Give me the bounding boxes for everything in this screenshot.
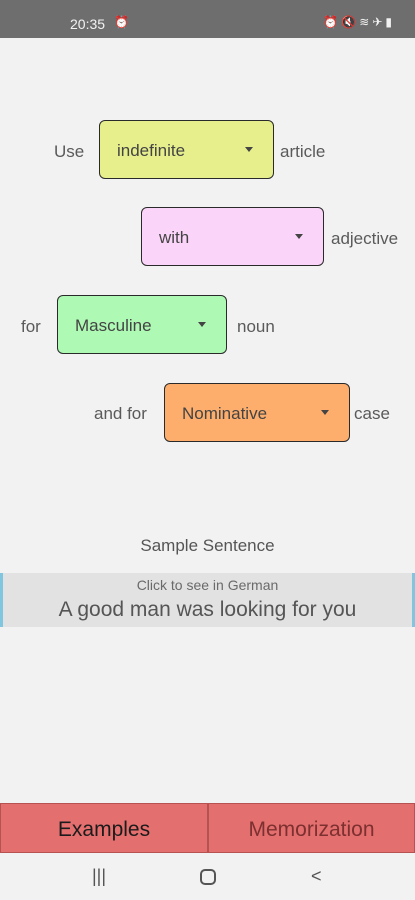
article-type-dropdown[interactable]: indefinite: [99, 120, 274, 179]
tab-memorization[interactable]: Memorization: [208, 803, 415, 853]
sample-sentence: A good man was looking for you: [58, 598, 357, 621]
status-bar: 20:35 ⏰ ⏰🔇≋✈▮: [0, 0, 415, 38]
system-nav-bar: ||| <: [0, 853, 415, 900]
gender-dropdown[interactable]: Masculine: [57, 295, 227, 354]
row1-prefix: Use: [54, 142, 85, 161]
row3-suffix: noun: [237, 317, 275, 336]
bottom-tabs: Examples Memorization: [0, 803, 415, 853]
adjective-dropdown[interactable]: with: [141, 207, 324, 266]
alarm-icon: ⏰: [114, 15, 129, 29]
row4-prefix: and for: [94, 404, 147, 423]
status-time: 20:35: [70, 16, 106, 32]
sample-title: Sample Sentence: [140, 536, 275, 555]
case-dropdown[interactable]: Nominative: [164, 383, 350, 442]
tab-examples[interactable]: Examples: [0, 803, 208, 853]
adjective-value: with: [159, 228, 190, 247]
article-type-value: indefinite: [117, 141, 186, 160]
chevron-down-icon: [245, 147, 253, 152]
sample-sentence-card[interactable]: Click to see in German A good man was lo…: [0, 573, 415, 627]
case-value: Nominative: [182, 404, 268, 423]
recents-icon[interactable]: |||: [92, 866, 106, 887]
row3-prefix: for: [21, 317, 41, 336]
back-icon[interactable]: <: [311, 866, 322, 887]
row1-suffix: article: [280, 142, 326, 161]
chevron-down-icon: [295, 234, 303, 239]
row2-suffix: adjective: [331, 229, 399, 248]
gender-value: Masculine: [75, 316, 152, 335]
home-icon[interactable]: [200, 869, 216, 885]
status-icons: ⏰🔇≋✈▮: [323, 15, 395, 29]
chevron-down-icon: [198, 322, 206, 327]
sample-hint: Click to see in German: [136, 577, 279, 593]
chevron-down-icon: [321, 410, 329, 415]
row4-suffix: case: [354, 404, 390, 423]
